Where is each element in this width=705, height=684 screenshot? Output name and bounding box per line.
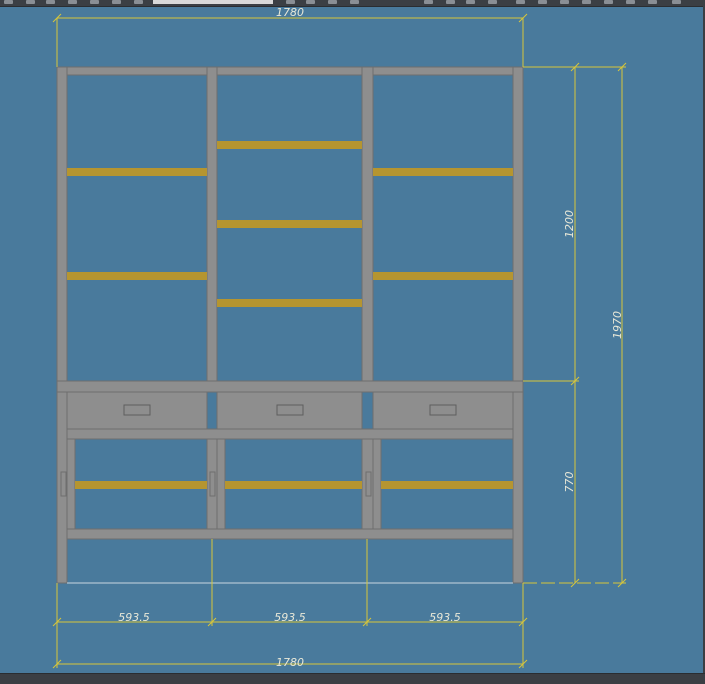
dim-total-height: 1970 <box>611 311 624 339</box>
cabinet <box>56 66 524 584</box>
bottom-stretcher <box>66 528 514 540</box>
drawer-2 <box>216 391 363 430</box>
shelf <box>75 481 207 489</box>
lower-frame-left-3 <box>372 438 382 530</box>
shelf <box>67 272 207 280</box>
dim-bay-2-width: 593.5 <box>274 611 306 624</box>
dim-top-width: 1780 <box>276 6 304 19</box>
shelf <box>373 168 513 176</box>
shelf <box>225 481 362 489</box>
drawer-1 <box>66 391 208 430</box>
divider-post-2 <box>361 66 374 384</box>
right-post <box>512 66 524 584</box>
shelf <box>217 141 362 149</box>
shelf <box>67 168 207 176</box>
mid-rail <box>56 380 524 393</box>
dim-lower-height: 770 <box>563 472 576 493</box>
lower-frame-left-2 <box>216 438 226 530</box>
shelf <box>217 220 362 228</box>
top-rail <box>56 66 524 76</box>
dim-bottom-width: 1780 <box>276 656 304 669</box>
shelf <box>217 299 362 307</box>
status-bar <box>0 673 705 684</box>
lower-rail <box>66 428 514 440</box>
dim-bay-1-width: 593.5 <box>118 611 150 624</box>
dim-bay-3-width: 593.5 <box>429 611 461 624</box>
dimensions <box>52 13 627 669</box>
drawer-3 <box>372 391 514 430</box>
dim-upper-height: 1200 <box>563 210 576 238</box>
divider-post-1 <box>206 66 218 384</box>
shelf <box>381 481 513 489</box>
shelf <box>373 272 513 280</box>
left-post <box>56 66 68 584</box>
lower-frame-left-1 <box>66 438 76 530</box>
elevation-drawing[interactable]: 1780 593.5 593.5 593.5 1780 1200 770 197… <box>0 0 705 684</box>
